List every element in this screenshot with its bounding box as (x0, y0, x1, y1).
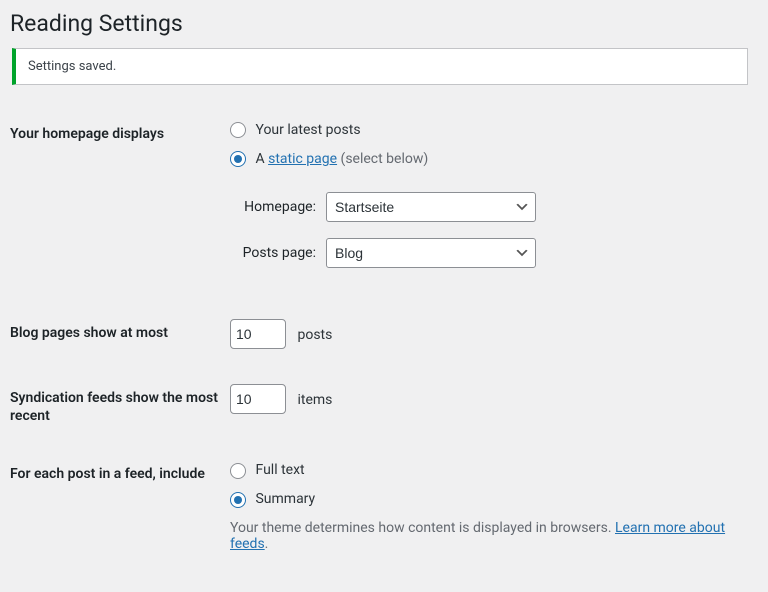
homepage-displays-group: Your latest posts A static page (select … (230, 120, 738, 170)
feed-description-prefix: Your theme determines how content is dis… (230, 520, 615, 536)
notice-text: Settings saved. (28, 59, 735, 74)
static-page-suboptions: Homepage: Startseite Posts page: Blog (230, 192, 738, 268)
homepage-static-suffix: (select below) (337, 151, 428, 167)
blog-pages-unit: posts (297, 327, 332, 343)
syndication-input[interactable] (230, 384, 286, 414)
feed-full-radio[interactable] (230, 463, 246, 479)
notice-success: Settings saved. (12, 48, 748, 85)
page-title: Reading Settings (10, 0, 748, 43)
feed-summary-text: Summary (255, 491, 315, 507)
feed-description: Your theme determines how content is dis… (230, 520, 738, 552)
syndication-label: Syndication feeds show the most recent (10, 369, 230, 445)
feed-content-label: For each post in a feed, include (10, 445, 230, 572)
feed-summary-radio[interactable] (230, 492, 246, 508)
static-page-link[interactable]: static page (268, 151, 337, 167)
homepage-static-option[interactable]: A static page (select below) (230, 149, 738, 170)
homepage-latest-radio[interactable] (230, 122, 246, 138)
feed-full-option[interactable]: Full text (230, 460, 738, 481)
homepage-static-prefix: A (255, 151, 268, 167)
feed-full-text: Full text (255, 462, 304, 478)
feed-description-suffix: . (265, 536, 269, 552)
posts-page-select-label: Posts page: (230, 245, 326, 261)
feed-content-group: Full text Summary (230, 460, 738, 510)
homepage-static-radio[interactable] (230, 151, 246, 167)
homepage-select-label: Homepage: (230, 199, 326, 215)
homepage-latest-option[interactable]: Your latest posts (230, 120, 738, 141)
posts-page-select[interactable]: Blog (326, 238, 536, 268)
blog-pages-label: Blog pages show at most (10, 304, 230, 369)
settings-form-table: Your homepage displays Your latest posts… (10, 105, 748, 572)
homepage-select[interactable]: Startseite (326, 192, 536, 222)
homepage-displays-label: Your homepage displays (10, 105, 230, 304)
feed-summary-option[interactable]: Summary (230, 489, 738, 510)
homepage-latest-text: Your latest posts (255, 122, 360, 138)
blog-pages-input[interactable] (230, 319, 286, 349)
syndication-unit: items (297, 392, 332, 408)
